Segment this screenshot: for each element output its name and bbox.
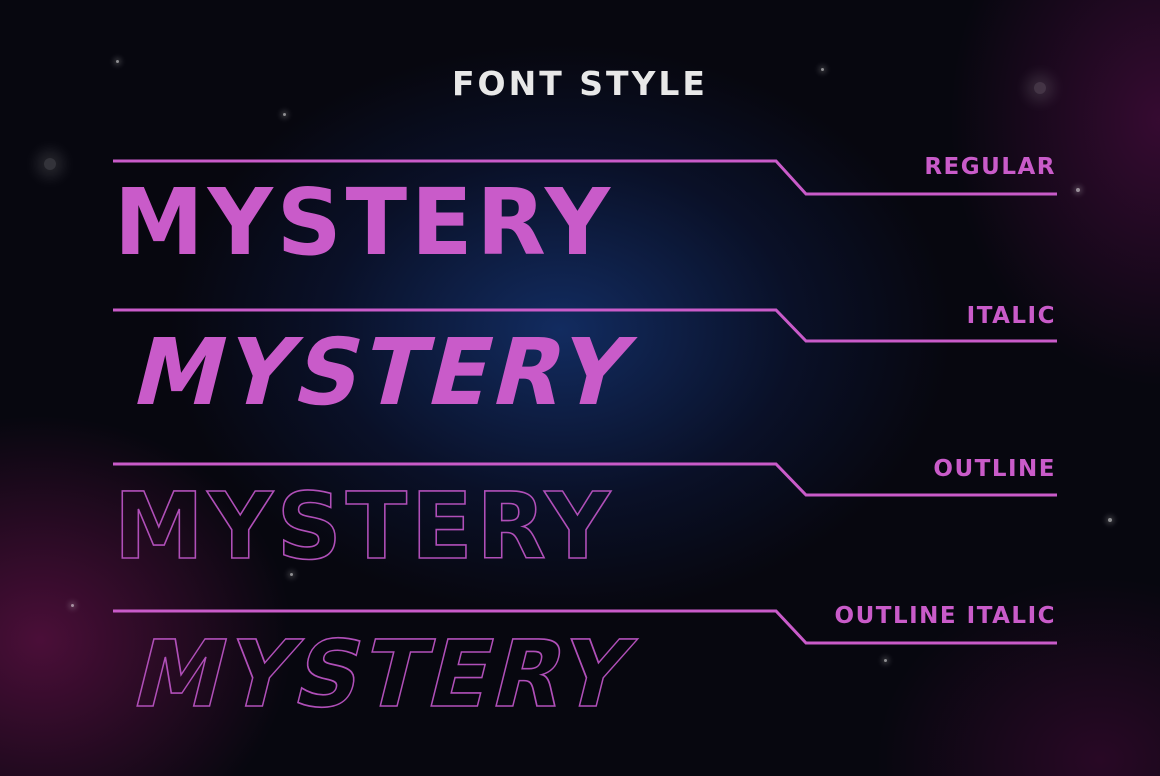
style-label-regular: REGULAR [924, 154, 1056, 180]
style-label-italic: ITALIC [966, 303, 1056, 329]
specimen-outline-italic-text: MYSTERY [123, 621, 645, 728]
specimen-outline-text: MYSTERY [114, 473, 614, 580]
specimen-regular-text: MYSTERY [114, 169, 614, 276]
specimen-italic-text: MYSTERY [123, 319, 645, 426]
specimen-italic: MYSTERY [123, 319, 645, 426]
specimen-outline-italic: MYSTERY [123, 621, 646, 730]
style-label-outline-italic: OUTLINE ITALIC [834, 603, 1056, 629]
specimen-outline: MYSTERY [113, 472, 611, 581]
style-label-outline: OUTLINE [933, 456, 1056, 482]
specimen-regular: MYSTERY [114, 169, 610, 276]
